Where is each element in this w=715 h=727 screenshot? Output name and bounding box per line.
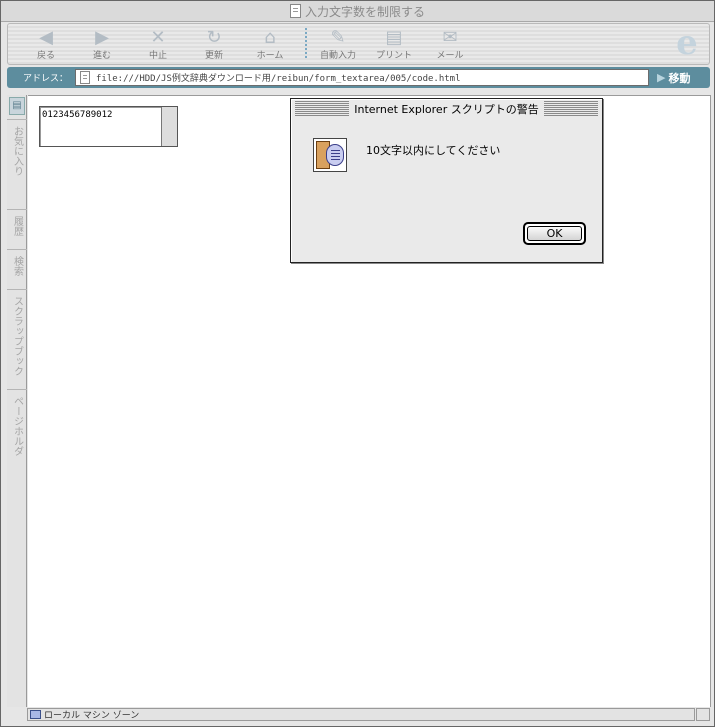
dialog-message: 10文字以内にしてください [366,144,501,157]
explorer-bar-toggle-icon[interactable]: ▤ [9,97,25,115]
browser-window: 入力文字数を制限する ◀ 戻る ▶ 進む ✕ 中止 ↻ 更新 ⌂ ホーム ✎ 自… [0,0,715,727]
stop-button[interactable]: ✕ 中止 [130,26,186,64]
tab-history-label: 履歴 [11,216,23,236]
tab-history[interactable]: 履歴 [7,209,27,249]
tab-favorites-label: お気に入り [11,126,23,176]
explorer-bar: ▤ お気に入り 履歴 検索 スクラップブック ページホルダ [7,95,27,707]
print-icon: ▤ [385,26,403,48]
mail-icon: ✉ [442,26,458,48]
address-label: アドレス： [23,74,69,84]
tab-scrapbook[interactable]: スクラップブック [7,289,27,389]
local-zone-icon [30,710,41,719]
address-input[interactable]: file:///HDD/JS例文辞典ダウンロード用/reibun/form_te… [75,69,649,86]
status-zone: ローカル マシン ゾーン [44,711,140,721]
status-bar: ローカル マシン ゾーン [27,708,695,721]
address-bar: アドレス： file:///HDD/JS例文辞典ダウンロード用/reibun/f… [7,67,710,88]
tab-search-label: 検索 [11,256,23,276]
script-alert-icon [313,138,347,172]
print-label: プリント [375,51,412,61]
document-icon [289,4,301,18]
window-title: 入力文字数を制限する [304,4,425,19]
forward-arrow-icon: ▶ [95,26,109,48]
ok-label: OK [527,226,582,241]
tab-page-holder[interactable]: ページホルダ [7,389,27,469]
dialog-title-bar[interactable]: Internet Explorer スクリプトの警告 [295,101,598,117]
go-arrow-icon: ▶ [657,71,666,84]
back-label: 戻る [36,51,55,61]
refresh-button[interactable]: ↻ 更新 [186,26,242,64]
forward-label: 進む [92,51,111,61]
forward-button[interactable]: ▶ 進む [74,26,130,64]
ie-logo-icon: e [676,23,698,63]
tab-scrapbook-label: スクラップブック [11,296,23,376]
textarea-field[interactable]: 0123456789012 [39,106,178,147]
tab-page-holder-label: ページホルダ [11,396,23,456]
autofill-icon: ✎ [330,26,346,48]
refresh-icon: ↻ [206,26,222,48]
home-label: ホーム [256,51,284,61]
mail-label: メール [436,51,464,61]
toolbar: ◀ 戻る ▶ 進む ✕ 中止 ↻ 更新 ⌂ ホーム ✎ 自動入力 ▤ プリント … [7,23,710,65]
resize-handle[interactable] [696,708,710,721]
back-button[interactable]: ◀ 戻る [18,26,74,64]
print-button[interactable]: ▤ プリント [366,26,422,64]
home-button[interactable]: ⌂ ホーム [242,26,298,64]
autofill-label: 自動入力 [319,51,356,61]
go-label: 移動 [668,71,691,85]
mail-button[interactable]: ✉ メール [422,26,478,64]
textarea-scrollbar[interactable] [161,107,177,146]
alert-dialog: Internet Explorer スクリプトの警告 10文字以内にしてください… [290,98,603,263]
address-url: file:///HDD/JS例文辞典ダウンロード用/reibun/form_te… [96,74,461,84]
go-button[interactable]: ▶ 移動 [649,70,690,86]
refresh-label: 更新 [204,51,223,61]
dialog-title: Internet Explorer スクリプトの警告 [349,101,544,117]
back-arrow-icon: ◀ [39,26,53,48]
textarea-value: 0123456789012 [42,110,113,120]
page-icon [80,71,90,84]
home-icon: ⌂ [264,26,276,48]
autofill-button[interactable]: ✎ 自動入力 [310,26,366,64]
tab-search[interactable]: 検索 [7,249,27,289]
tab-favorites[interactable]: お気に入り [7,119,27,209]
title-bar[interactable]: 入力文字数を制限する [1,1,714,22]
ok-button[interactable]: OK [523,222,586,245]
stop-icon: ✕ [150,26,166,48]
stop-label: 中止 [148,51,167,61]
toolbar-separator [305,28,307,60]
